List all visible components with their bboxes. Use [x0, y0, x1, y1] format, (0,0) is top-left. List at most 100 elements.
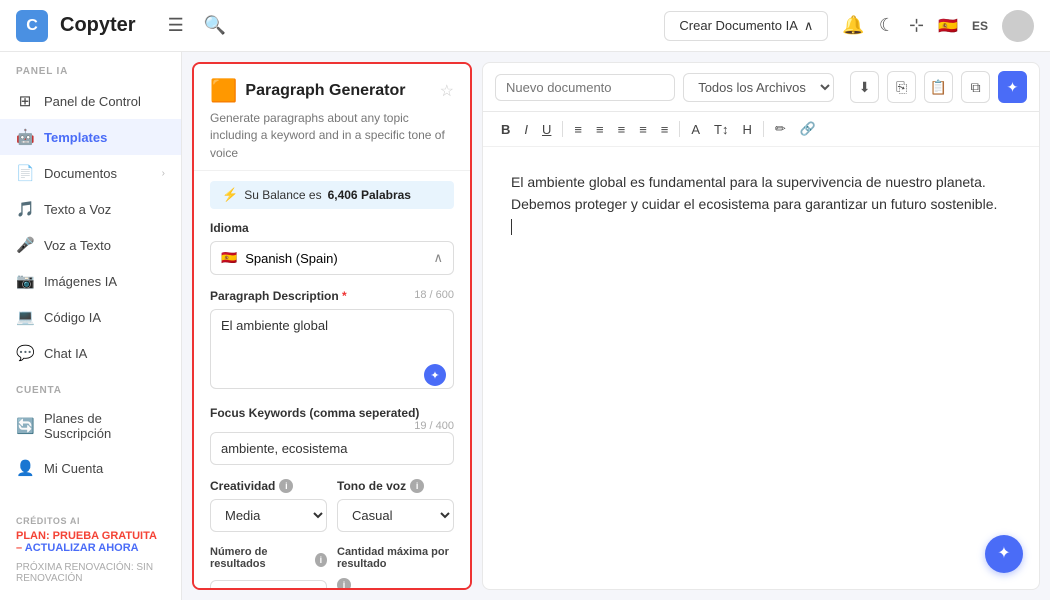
focus-keywords-group: Focus Keywords (comma seperated) 19 / 40… [210, 406, 454, 465]
paragraph-desc-chars: 18 / 600 [414, 289, 454, 301]
doc-name-input[interactable] [495, 74, 675, 101]
font-color-btn[interactable]: A [685, 119, 706, 140]
form-body: Idioma 🇪🇸 Spanish (Spain) ∧ Paragraph De… [194, 209, 470, 590]
heading-btn[interactable]: H [737, 119, 758, 140]
form-icon: 🟧 [210, 78, 237, 104]
tono-label: Tono de voz [337, 479, 406, 493]
language-name: Spanish (Spain) [245, 251, 338, 266]
voz-texto-icon: 🎤 [16, 236, 34, 254]
logo-icon: C [16, 10, 48, 42]
paragraph-desc-group: Paragraph Description * 18 / 600 ✦ [210, 289, 454, 392]
resultados-row: Número de resultados i Cantidad máxima p… [210, 546, 454, 590]
generate-icon-btn[interactable]: ✦ [998, 71, 1027, 103]
num-resultados-label: Número de resultados [210, 546, 311, 570]
spain-flag-icon: 🇪🇸 [221, 250, 237, 266]
editor-text: El ambiente global es fundamental para l… [511, 171, 1011, 216]
tono-info-icon[interactable]: i [410, 479, 424, 493]
tono-group: Tono de voz i Formal Casual Profesional [337, 479, 454, 532]
align-center-btn[interactable]: ≡ [590, 119, 610, 140]
num-resultados-group: Número de resultados i [210, 546, 327, 590]
sidebar-item-panel-control[interactable]: ⊞ Panel de Control [0, 83, 181, 119]
duplicate-icon-btn[interactable]: ⧉ [961, 71, 990, 103]
line-height-btn[interactable]: T↕ [708, 119, 734, 140]
sidebar-item-documentos[interactable]: 📄 Documentos › [0, 155, 181, 191]
underline-btn[interactable]: U [536, 119, 557, 140]
balance-bar: ⚡ Su Balance es 6,406 Palabras [210, 181, 454, 209]
align-right-btn[interactable]: ≡ [612, 119, 632, 140]
mi-cuenta-icon: 👤 [16, 459, 34, 477]
creatividad-tono-row: Creatividad i Baja Media Alta Tono de vo… [210, 479, 454, 546]
idioma-label: Idioma [210, 221, 454, 235]
notification-icon[interactable]: 🔔 [842, 15, 864, 36]
search-icon[interactable]: 🔍 [200, 11, 230, 40]
align-justify-btn[interactable]: ≡ [633, 119, 653, 140]
file-select[interactable]: Todos los Archivos [683, 73, 834, 102]
editor-toolbar-top: Todos los Archivos ⬇ ⎘ 📋 ⧉ ✦ [483, 63, 1039, 112]
panel-control-icon: ⊞ [16, 92, 34, 110]
lang-code: ES [972, 19, 988, 33]
focus-keywords-label: Focus Keywords (comma seperated) 19 / 40… [210, 406, 454, 420]
creatividad-info-icon[interactable]: i [279, 479, 293, 493]
sidebar-item-imagenes-ia[interactable]: 📷 Imágenes IA [0, 263, 181, 299]
sidebar-item-label: Panel de Control [44, 94, 141, 109]
balance-value: 6,406 Palabras [328, 188, 411, 202]
ai-assist-badge[interactable]: ✦ [424, 364, 446, 386]
list-btn[interactable]: ≡ [655, 119, 675, 140]
cantidad-info-icon[interactable]: i [337, 578, 351, 590]
renewal-text: PRÓXIMA RENOVACIÓN: SIN RENOVACIÓN [0, 558, 181, 592]
bold-btn[interactable]: B [495, 119, 516, 140]
documentos-icon: 📄 [16, 164, 34, 182]
dark-mode-icon[interactable]: ☾ [879, 15, 895, 36]
link-btn[interactable]: 🔗 [794, 118, 822, 140]
editor-format-bar: B I U ≡ ≡ ≡ ≡ ≡ A T↕ H ✏ 🔗 [483, 112, 1039, 147]
balance-icon: ⚡ [222, 187, 238, 203]
creatividad-group: Creatividad i Baja Media Alta [210, 479, 327, 532]
align-left-btn[interactable]: ≡ [568, 119, 588, 140]
cuenta-label: CUENTA [0, 371, 181, 402]
paragraph-desc-label: Paragraph Description * 18 / 600 [210, 289, 454, 303]
imagenes-ia-icon: 📷 [16, 272, 34, 290]
sidebar-item-label: Planes de Suscripción [44, 411, 165, 441]
sidebar-item-templates[interactable]: 🤖 Templates [0, 119, 181, 155]
sidebar-item-mi-cuenta[interactable]: 👤 Mi Cuenta [0, 450, 181, 486]
editor-cursor [511, 219, 512, 235]
focus-keywords-input[interactable] [210, 432, 454, 465]
crear-btn-label: Crear Documento IA [679, 18, 798, 33]
creatividad-select[interactable]: Baja Media Alta [210, 499, 327, 532]
crear-documento-button[interactable]: Crear Documento IA ∧ [664, 11, 828, 41]
editor-content[interactable]: El ambiente global es fundamental para l… [483, 147, 1039, 589]
sidebar-item-planes[interactable]: 🔄 Planes de Suscripción [0, 402, 181, 450]
tono-select[interactable]: Formal Casual Profesional [337, 499, 454, 532]
upgrade-link[interactable]: ACTUALIZAR AHORA [25, 542, 139, 554]
italic-btn[interactable]: I [518, 119, 534, 140]
num-resultados-info-icon[interactable]: i [315, 553, 327, 567]
idioma-group: Idioma 🇪🇸 Spanish (Spain) ∧ [210, 221, 454, 275]
chevron-right-icon: › [162, 168, 165, 179]
sidebar-item-chat-ia[interactable]: 💬 Chat IA [0, 335, 181, 371]
fullscreen-icon[interactable]: ⊹ [909, 15, 924, 36]
flag-icon: 🇪🇸 [938, 16, 958, 36]
form-title: Paragraph Generator [245, 82, 405, 100]
sidebar-item-voz-texto[interactable]: 🎤 Voz a Texto [0, 227, 181, 263]
star-icon[interactable]: ☆ [440, 81, 454, 101]
copy-icon-btn[interactable]: ⎘ [887, 71, 916, 103]
download-icon-btn[interactable]: ⬇ [850, 71, 879, 103]
sidebar-item-label: Código IA [44, 310, 101, 325]
user-avatar[interactable] [1002, 10, 1034, 42]
chevron-down-icon: ∧ [433, 250, 443, 266]
num-resultados-input[interactable] [210, 580, 327, 590]
language-select[interactable]: 🇪🇸 Spanish (Spain) ∧ [210, 241, 454, 275]
app-name: Copyter [60, 14, 136, 37]
sidebar: PANEL IA ⊞ Panel de Control 🤖 Templates … [0, 52, 182, 600]
sidebar-item-texto-voz[interactable]: 🎵 Texto a Voz [0, 191, 181, 227]
cantidad-group: Cantidad máxima por resultado i [337, 546, 454, 590]
pen-btn[interactable]: ✏ [769, 118, 792, 140]
file-icon-btn[interactable]: 📋 [924, 71, 953, 103]
paragraph-desc-textarea[interactable] [210, 309, 454, 389]
sidebar-item-codigo-ia[interactable]: 💻 Código IA [0, 299, 181, 335]
menu-icon[interactable]: ☰ [164, 11, 188, 40]
sidebar-item-label: Templates [44, 130, 107, 145]
sidebar-item-label: Mi Cuenta [44, 461, 103, 476]
form-panel: 🟧 Paragraph Generator ☆ Generate paragra… [192, 62, 472, 590]
editor-fab-btn[interactable]: ✦ [985, 535, 1023, 573]
